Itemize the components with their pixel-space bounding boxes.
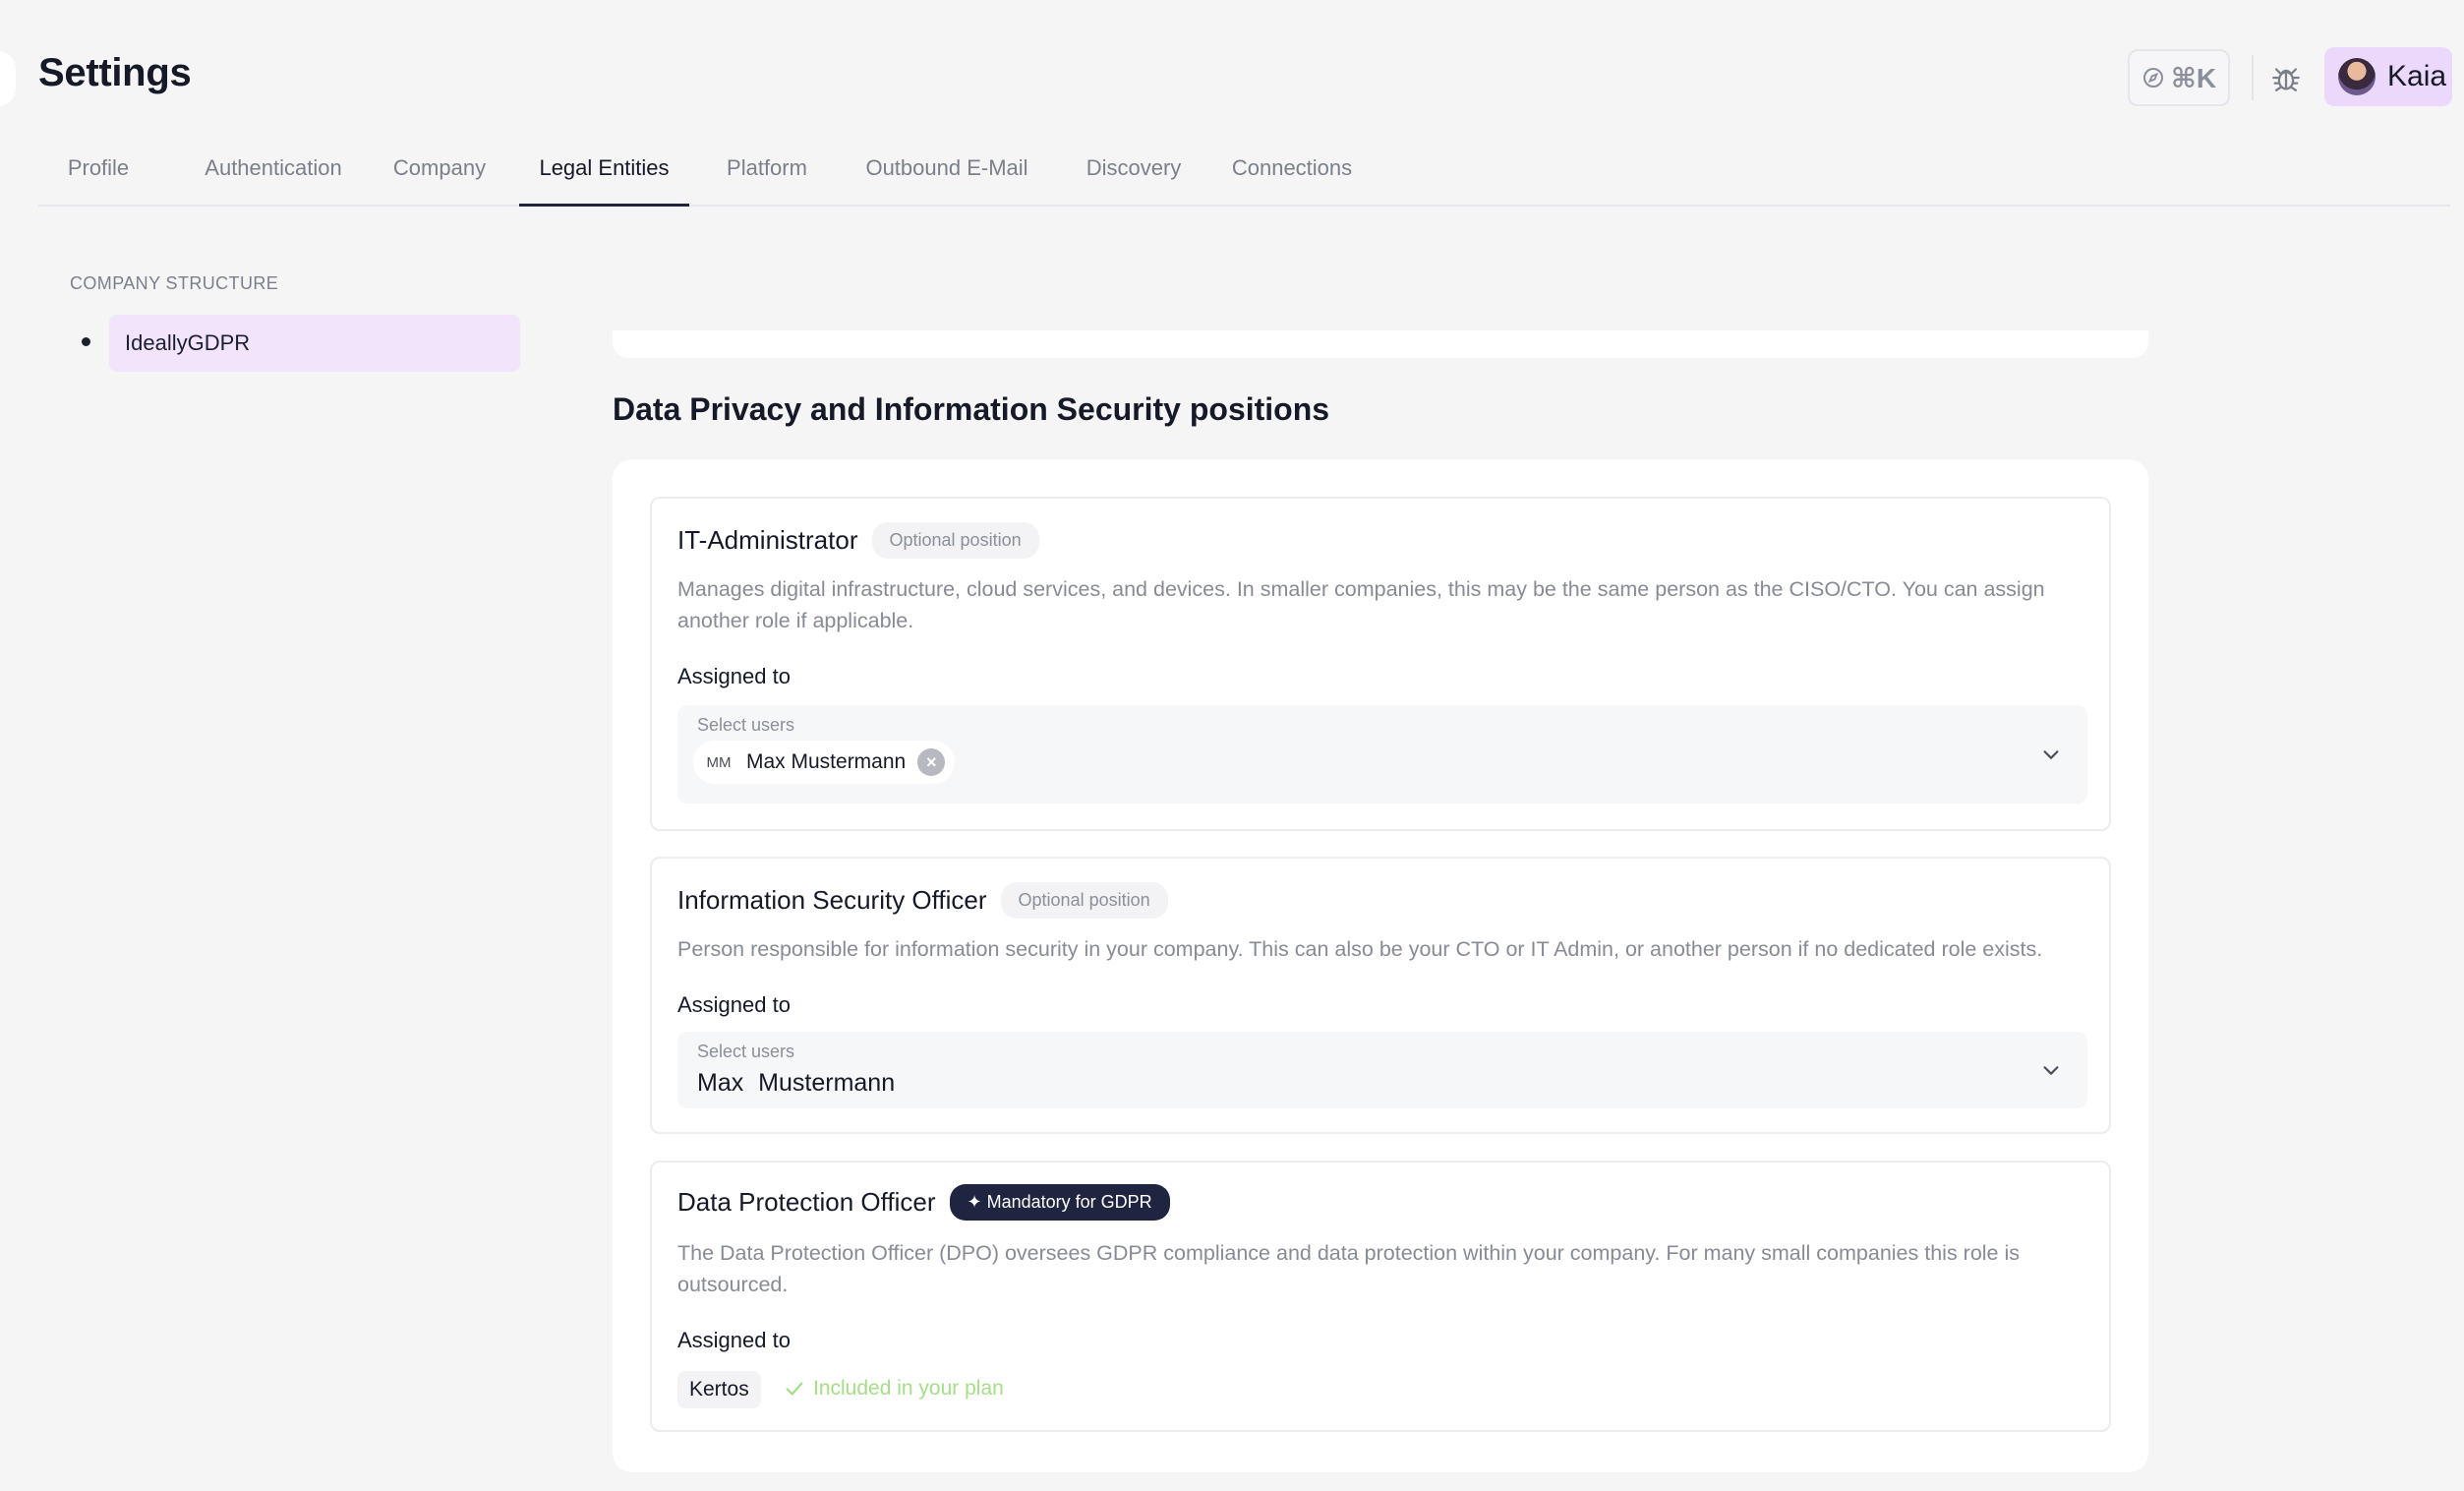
settings-page: Settings ⌘K Kaia Profile Authentication … (0, 0, 2464, 1491)
check-icon (786, 1382, 803, 1396)
optional-badge: Optional position (1000, 882, 1168, 919)
positions-card: IT-Administrator Optional position Manag… (613, 459, 2148, 1472)
report-bug-button[interactable] (2263, 55, 2309, 100)
assigned-to-label: Assigned to (677, 992, 791, 1017)
command-shortcut: ⌘K (2170, 62, 2217, 93)
settings-tabs: Profile Authentication Company Legal Ent… (38, 148, 2450, 207)
section-title: Data Privacy and Information Security po… (613, 391, 1330, 427)
tab-platform[interactable]: Platform (720, 148, 814, 207)
tab-company[interactable]: Company (389, 148, 490, 207)
tab-authentication[interactable]: Authentication (200, 148, 347, 207)
selected-user-value: Max Mustermann (697, 1069, 896, 1097)
company-structure-label: COMPANY STRUCTURE (70, 273, 279, 293)
position-name: Information Security Officer (677, 885, 987, 915)
assigned-to-label: Assigned to (677, 1328, 791, 1352)
position-description: Person responsible for information secur… (677, 937, 2043, 961)
mandatory-badge: ✦ Mandatory for GDPR (949, 1184, 1170, 1221)
command-palette-button[interactable]: ⌘K (2128, 49, 2230, 106)
bug-icon (2272, 68, 2300, 91)
included-text: Included in your plan (813, 1377, 1004, 1400)
sidebar-item-ideallygdpr[interactable]: IdeallyGDPR (109, 315, 520, 372)
select-users-label: Select users (697, 1042, 795, 1061)
previous-card-edge (613, 330, 2148, 358)
optional-badge: Optional position (871, 522, 1039, 559)
position-card-information-security-officer: Information Security Officer Optional po… (650, 857, 2111, 1134)
user-select[interactable]: Select users Max Mustermann (677, 1032, 2087, 1108)
tab-profile[interactable]: Profile (56, 148, 141, 207)
position-card-data-protection-officer: Data Protection Officer ✦ Mandatory for … (650, 1161, 2111, 1432)
tree-bullet (82, 337, 90, 346)
user-name: Kaia (2387, 60, 2447, 92)
tab-connections[interactable]: Connections (1224, 148, 1360, 207)
user-initials: MM (706, 753, 732, 771)
close-icon[interactable]: × (917, 748, 946, 776)
position-card-it-administrator: IT-Administrator Optional position Manag… (650, 497, 2111, 831)
user-chip-name: Max Mustermann (746, 750, 907, 773)
header-divider (2252, 55, 2254, 100)
user-select[interactable]: Select users MM Max Mustermann × (677, 705, 2087, 804)
avatar (2338, 58, 2376, 95)
assigned-to-label: Assigned to (677, 664, 791, 688)
user-menu-button[interactable]: Kaia (2324, 47, 2452, 106)
position-description: Manages digital infrastructure, cloud se… (677, 577, 2045, 632)
assignee-tag: Kertos (677, 1371, 761, 1408)
position-name: Data Protection Officer (677, 1187, 936, 1217)
page-title: Settings (38, 51, 192, 94)
select-users-label: Select users (697, 715, 795, 735)
compass-icon (2142, 68, 2163, 88)
selected-user-chip: MM Max Mustermann × (693, 741, 956, 784)
position-name: IT-Administrator (677, 525, 858, 555)
collapsed-sidebar-handle[interactable] (0, 51, 16, 106)
chevron-down-icon[interactable] (2040, 1059, 2062, 1081)
tab-legal-entities[interactable]: Legal Entities (519, 148, 689, 207)
chevron-down-icon[interactable] (2040, 744, 2062, 765)
position-description: The Data Protection Officer (DPO) overse… (677, 1241, 2021, 1296)
tab-outbound-email[interactable]: Outbound E-Mail (858, 148, 1035, 207)
tab-discovery[interactable]: Discovery (1082, 148, 1186, 207)
included-in-plan: Included in your plan (784, 1377, 1004, 1401)
